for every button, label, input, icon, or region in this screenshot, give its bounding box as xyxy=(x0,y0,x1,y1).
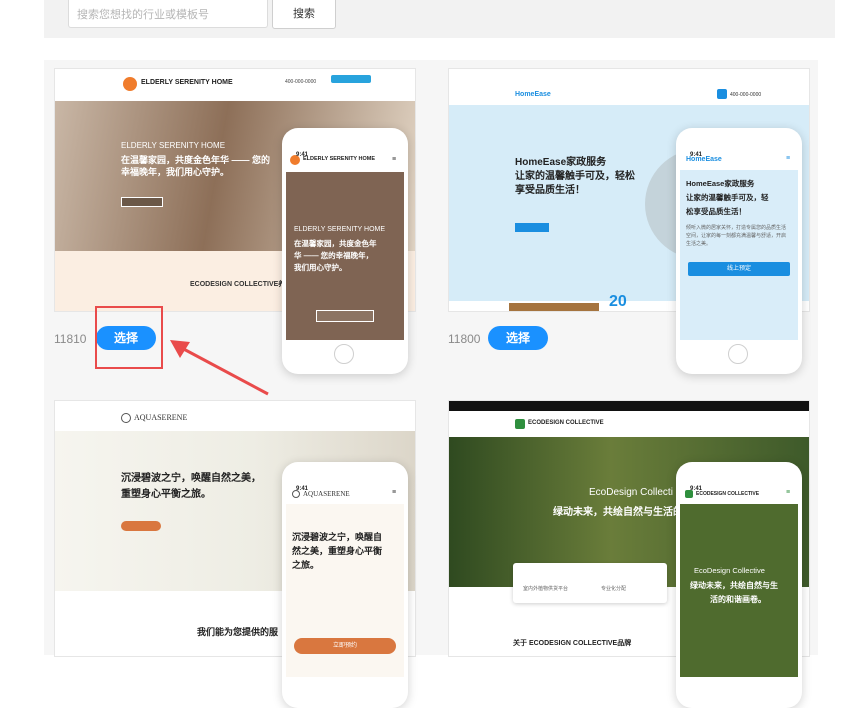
select-button[interactable]: 选择 xyxy=(488,326,548,350)
hero-button xyxy=(515,223,549,232)
mobile-screen: ECODESIGN COLLECTIVE ≡ EcoDesign Collect… xyxy=(680,484,798,677)
home-button xyxy=(728,344,748,364)
hero-en: ELDERLY SERENITY HOME xyxy=(121,141,226,150)
template-code: 11800 xyxy=(448,332,481,346)
highlight-box xyxy=(95,306,163,369)
mobile-hero-line-3: 我们用心守护。 xyxy=(294,263,347,272)
template-card-aquaserene: AQUASERENE 沉浸碧波之宁，唤醒自然之美， 重塑身心平衡之旅。 我们能为… xyxy=(44,392,416,708)
menu-icon: ≡ xyxy=(392,489,397,496)
mobile-hero-line-2: 活的和谐画卷。 xyxy=(710,595,766,604)
search-input[interactable]: 搜索您想找的行业或模板号 xyxy=(68,0,268,28)
logo-icon xyxy=(515,419,525,429)
mobile-hero-line-2: 然之美，重塑身心平衡 xyxy=(292,546,383,556)
phone-icon xyxy=(717,89,727,99)
hero-button xyxy=(121,521,161,531)
mobile-cta-button: 立即预约 xyxy=(294,638,396,654)
mobile-hero-button xyxy=(316,310,374,322)
logo-icon xyxy=(123,77,137,91)
hero-line-2: 让家的温馨触手可及，轻松 xyxy=(515,171,635,182)
section-title: 关于 ECODESIGN COLLECTIVE品牌 xyxy=(513,640,632,647)
hero-button xyxy=(121,197,163,207)
template-code: 11810 xyxy=(54,332,87,346)
section-title: 我们能为您提供的服 xyxy=(197,627,279,637)
mobile-hero-line-2: 华 —— 您的幸福晚年， xyxy=(294,251,374,260)
mobile-logo: ELDERLY SERENITY HOME xyxy=(303,156,376,162)
desktop-logo: ECODESIGN COLLECTIVE xyxy=(528,420,604,426)
mobile-preview: AQUASERENE ≡ 沉浸碧波之宁，唤醒自 然之美，重塑身心平衡 之旅。 立… xyxy=(282,462,408,708)
feature-1: 室内外植物供货平台 xyxy=(523,586,569,592)
desktop-header: HomeEase 400-000-0000 xyxy=(449,69,809,105)
desktop-header: ELDERLY SERENITY HOME 400-000-0000 xyxy=(55,69,415,101)
home-button xyxy=(334,344,354,364)
desktop-logo: HomeEase xyxy=(515,91,551,98)
desktop-phone: 400-000-0000 xyxy=(730,92,762,98)
mobile-screen: ELDERLY SERENITY HOME ≡ ELDERLY SERENITY… xyxy=(286,150,404,340)
status-time: 9:41 xyxy=(296,486,309,492)
menu-icon: ≡ xyxy=(786,155,791,162)
desktop-header: AQUASERENE xyxy=(55,401,415,431)
status-time: 9:41 xyxy=(690,486,703,492)
section-title: ECODESIGN COLLECTIVE养老 xyxy=(190,281,293,288)
mobile-preview: HomeEase ≡ HomeEase家政服务 让家的温馨触手可及，轻 松享受品… xyxy=(676,128,802,374)
pointer-arrow-icon xyxy=(170,340,269,396)
mobile-hero-en: ELDERLY SERENITY HOME xyxy=(294,226,386,233)
mobile-hero-en: EcoDesign Collective xyxy=(694,566,765,575)
mobile-preview: ELDERLY SERENITY HOME ≡ ELDERLY SERENITY… xyxy=(282,128,408,374)
stat-number: 20 xyxy=(609,293,627,310)
desktop-logo: ELDERLY SERENITY HOME xyxy=(141,79,233,86)
hero-line-2: 重塑身心平衡之旅。 xyxy=(121,489,211,500)
hero-line-1: 绿动未来，共绘自然与生活的 xyxy=(553,507,683,518)
mobile-hero-line-1: 沉浸碧波之宁，唤醒自 xyxy=(292,532,383,542)
mobile-hero-line-2: 让家的温馨触手可及，轻 xyxy=(686,193,769,202)
mobile-description: 倾听入微的居家关怀，打造专属您的品质生活空间，让家的每一刻都充满温馨与舒适，开启… xyxy=(686,225,787,247)
desktop-logo: AQUASERENE xyxy=(134,413,188,422)
status-time: 9:41 xyxy=(296,152,309,158)
mobile-hero-line-3: 之旅。 xyxy=(292,560,320,570)
top-strip xyxy=(449,401,809,411)
search-button[interactable]: 搜索 xyxy=(272,0,336,29)
mobile-cta-button: 线上预定 xyxy=(688,262,790,276)
mobile-hero-line-3: 松享受品质生活！ xyxy=(686,207,746,216)
mobile-screen: AQUASERENE ≡ 沉浸碧波之宁，唤醒自 然之美，重塑身心平衡 之旅。 立… xyxy=(286,484,404,677)
menu-icon: ≡ xyxy=(786,489,791,496)
mobile-logo: AQUASERENE xyxy=(303,490,350,498)
hero-en: EcoDesign Collecti xyxy=(589,487,673,498)
hero-line-1: 沉浸碧波之宁，唤醒自然之美， xyxy=(121,473,261,484)
status-time: 9:41 xyxy=(690,152,703,158)
mobile-screen: HomeEase ≡ HomeEase家政服务 让家的温馨触手可及，轻 松享受品… xyxy=(680,150,798,340)
feature-2: 专业化分配 xyxy=(601,586,627,592)
hero-line-2: 幸福晚年，我们用心守护。 xyxy=(121,167,230,177)
hero-line-3: 享受品质生活！ xyxy=(515,185,585,196)
content-image xyxy=(509,303,599,311)
template-card-11800: HomeEase 400-000-0000 HomeEase家政服务 让家的温馨… xyxy=(438,60,810,374)
mobile-preview: ECODESIGN COLLECTIVE ≡ EcoDesign Collect… xyxy=(676,462,802,708)
hero-line-1: HomeEase家政服务 xyxy=(515,157,607,168)
template-card-ecodesign: ECODESIGN COLLECTIVE EcoDesign Collecti … xyxy=(438,392,810,708)
logo-icon xyxy=(121,413,131,423)
contact-button xyxy=(331,75,371,83)
mobile-hero-line-1: 在温馨家园，共度金色年 xyxy=(294,239,377,248)
desktop-header: ECODESIGN COLLECTIVE xyxy=(449,411,809,437)
mobile-logo: ECODESIGN COLLECTIVE xyxy=(696,491,760,497)
menu-icon: ≡ xyxy=(392,156,397,163)
mobile-hero-line-1: HomeEase家政服务 xyxy=(686,179,755,188)
desktop-phone: 400-000-0000 xyxy=(285,79,317,85)
mobile-hero-line-1: 绿动未来，共绘自然与生 xyxy=(690,581,778,590)
feature-panel: 室内外植物供货平台 专业化分配 xyxy=(513,563,667,603)
